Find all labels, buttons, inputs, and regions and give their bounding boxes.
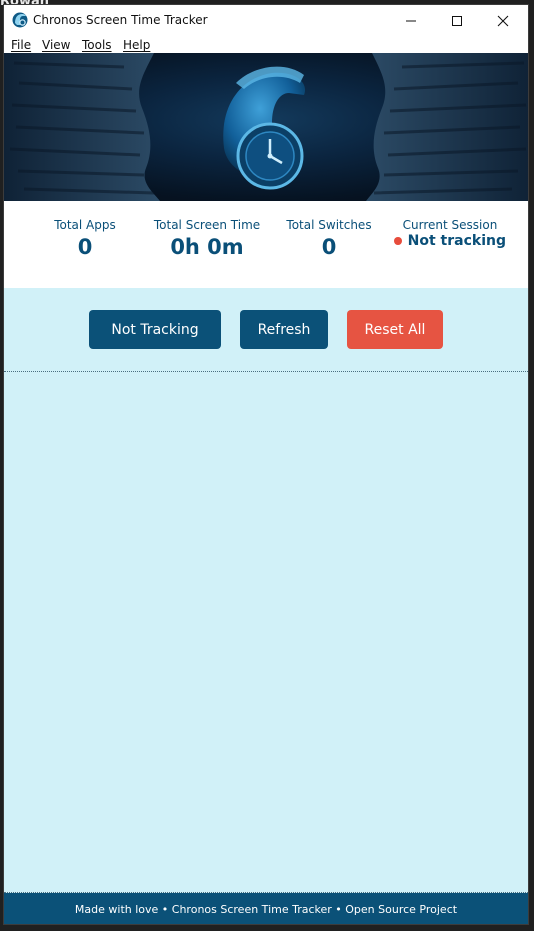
close-button[interactable] xyxy=(480,5,526,37)
maximize-button[interactable] xyxy=(434,5,480,37)
footer-text: Made with love • Chronos Screen Time Tra… xyxy=(74,903,458,916)
menu-tools[interactable]: Tools xyxy=(82,38,112,52)
minimize-icon xyxy=(405,12,417,31)
menu-view[interactable]: View xyxy=(42,38,70,52)
maximize-icon xyxy=(451,12,463,31)
stat-label: Current Session xyxy=(402,218,498,232)
banner-artwork xyxy=(4,53,528,201)
stats-panel: Total Apps 0 Total Screen Time 0h 0m Tot… xyxy=(4,201,528,288)
status-dot-icon xyxy=(394,237,402,245)
stat-value: 0h 0m xyxy=(170,235,244,259)
footer: Made with love • Chronos Screen Time Tra… xyxy=(4,893,528,924)
stat-value: 0 xyxy=(77,235,93,259)
helmet-icon xyxy=(12,12,28,28)
stat-total-screen-time: Total Screen Time 0h 0m xyxy=(147,218,267,259)
close-icon xyxy=(497,12,509,31)
window-title: Chronos Screen Time Tracker xyxy=(33,13,208,27)
stat-label: Total Apps xyxy=(54,218,116,232)
refresh-button[interactable]: Refresh xyxy=(240,310,328,349)
apps-list-area[interactable] xyxy=(4,371,528,893)
stat-value: 0 xyxy=(321,235,337,259)
minimize-button[interactable] xyxy=(388,5,434,37)
stat-current-session: Current Session Not tracking xyxy=(394,218,506,249)
app-window: Chronos Screen Time Tracker File View To… xyxy=(3,4,529,925)
tracking-toggle-button[interactable]: Not Tracking xyxy=(89,310,221,349)
menu-help[interactable]: Help xyxy=(123,38,150,52)
stat-label: Total Screen Time xyxy=(153,218,261,232)
session-status: Not tracking xyxy=(394,233,506,249)
reset-all-button[interactable]: Reset All xyxy=(347,310,443,349)
title-bar[interactable]: Chronos Screen Time Tracker xyxy=(4,5,528,37)
stat-total-switches: Total Switches 0 xyxy=(279,218,379,259)
stat-label: Total Switches xyxy=(286,218,372,232)
stat-total-apps: Total Apps 0 xyxy=(35,218,135,259)
action-buttons: Not Tracking Refresh Reset All xyxy=(4,288,528,371)
menu-file[interactable]: File xyxy=(11,38,31,52)
header-banner xyxy=(4,53,528,201)
session-status-text: Not tracking xyxy=(407,233,506,249)
